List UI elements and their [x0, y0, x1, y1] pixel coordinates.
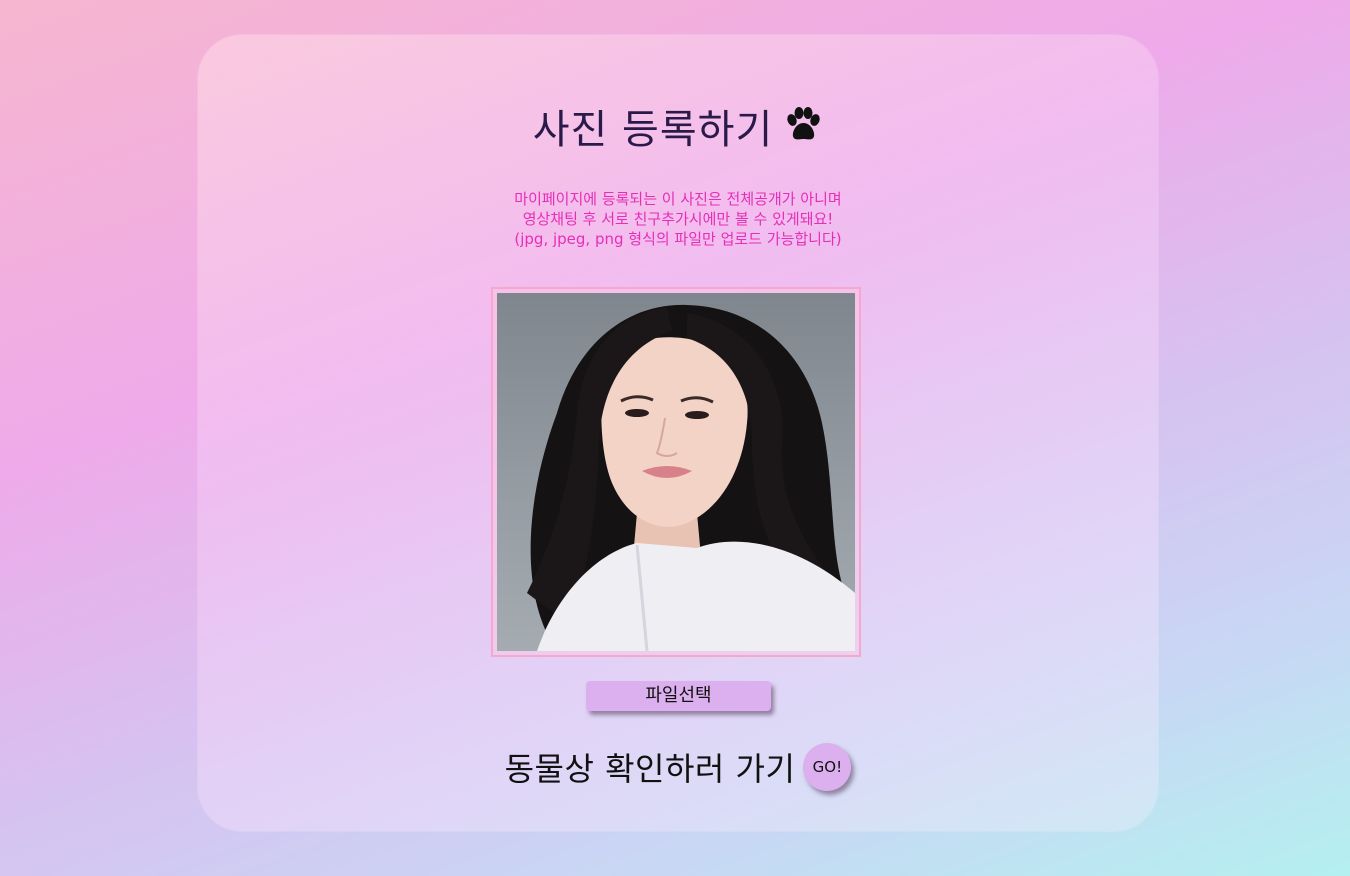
photo-preview — [497, 293, 855, 651]
description-line: (jpg, jpeg, png 형식의 파일만 업로드 가능합니다) — [514, 230, 842, 248]
upload-description: 마이페이지에 등록되는 이 사진은 전체공개가 아니며 영상채팅 후 서로 친구… — [198, 189, 1158, 249]
go-row: 동물상 확인하러 가기 GO! — [198, 743, 1158, 791]
paw-icon — [787, 107, 820, 140]
file-select-button[interactable]: 파일선택 — [586, 681, 771, 711]
page-title-text: 사진 등록하기 — [532, 107, 774, 153]
upload-card: 사진 등록하기 마이페이지에 등록되는 이 사진은 전체공개가 아니며 영상채팅… — [198, 35, 1158, 831]
go-prompt-text: 동물상 확인하러 가기 — [504, 750, 796, 788]
portrait-image — [527, 304, 855, 651]
photo-preview-frame — [491, 287, 861, 657]
page-title: 사진 등록하기 — [198, 97, 1158, 155]
description-line: 마이페이지에 등록되는 이 사진은 전체공개가 아니며 — [514, 190, 842, 208]
go-button[interactable]: GO! — [803, 743, 852, 791]
description-line: 영상채팅 후 서로 친구추가시에만 볼 수 있게돼요! — [522, 210, 834, 228]
